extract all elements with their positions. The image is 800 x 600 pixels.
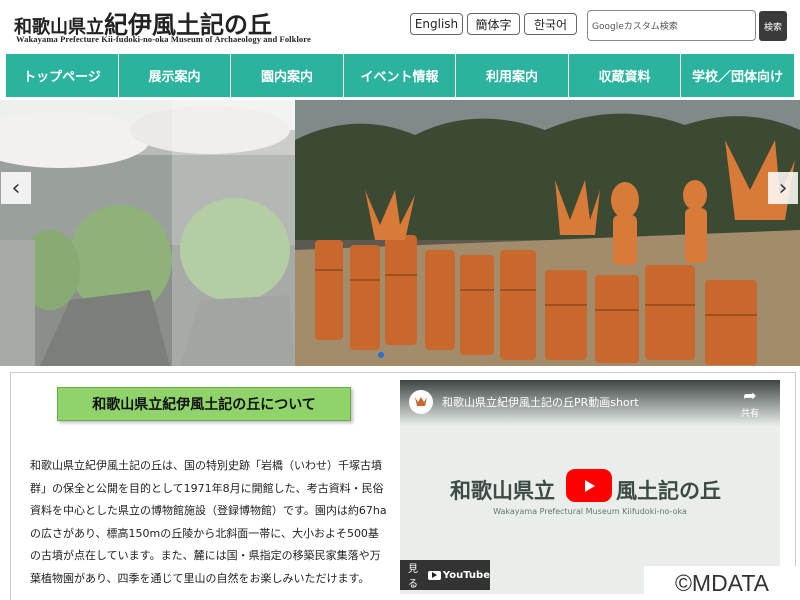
- nav-item-grounds[interactable]: 園内案内: [231, 54, 344, 97]
- lang-english-button[interactable]: English: [410, 13, 463, 35]
- share-label: 共有: [740, 409, 759, 419]
- nav-item-collection[interactable]: 収蔵資料: [569, 54, 681, 97]
- video-caption-left: 和歌山県立: [450, 479, 555, 503]
- youtube-logo: YouTube: [427, 569, 490, 581]
- channel-avatar[interactable]: [409, 390, 433, 414]
- about-line: の広さがあり、標高150mの丘陵から北斜面一帯に、大小およそ500基: [30, 526, 379, 540]
- nav-item-exhibits[interactable]: 展示案内: [119, 54, 231, 97]
- about-line: 和歌山県立紀伊風土記の丘は、国の特別史跡「岩橋（いわせ）千塚古墳: [30, 459, 382, 472]
- hero-image-haniwa: [295, 100, 800, 366]
- video-embed[interactable]: 和歌山県立紀伊風土記の丘PR動画short ➦ 共有 和歌山県立 風土記の丘 W…: [400, 380, 780, 594]
- watch-on-youtube-button[interactable]: 見る YouTube: [400, 560, 490, 590]
- video-caption-right: 風土記の丘: [616, 479, 721, 503]
- about-description: 和歌山県立紀伊風土記の丘は、国の特別史跡「岩橋（いわせ）千塚古墳 群」の保全と公…: [30, 455, 388, 590]
- share-icon: ➦: [743, 386, 757, 405]
- slider-prev-button[interactable]: ‹: [1, 172, 31, 204]
- haniwa-logo-icon: [415, 397, 427, 406]
- nav-item-schools[interactable]: 学校／団体向け: [681, 54, 794, 97]
- main-nav: トップページ 展示案内 園内案内 イベント情報 利用案内 収蔵資料 学校／団体向…: [6, 54, 794, 97]
- nav-item-events[interactable]: イベント情報: [344, 54, 456, 97]
- play-button[interactable]: [566, 469, 612, 502]
- nav-item-visit[interactable]: 利用案内: [456, 54, 569, 97]
- nav-item-top[interactable]: トップページ: [6, 54, 119, 97]
- header: 和歌山県立紀伊風土記の丘 Wakayama Prefecture Kii-fud…: [0, 0, 800, 54]
- about-line: 葉植物園があり、四季を通じて里山の自然をお楽しみいただけます。: [30, 571, 370, 585]
- hero-slider[interactable]: ‹ ›: [0, 100, 800, 366]
- about-line: 群」の保全と公開を目的として1971年8月に開館した、考古資料・民俗: [30, 481, 384, 495]
- site-logo[interactable]: 和歌山県立紀伊風土記の丘 Wakayama Prefecture Kii-fud…: [14, 5, 311, 45]
- video-title[interactable]: 和歌山県立紀伊風土記の丘PR動画short: [442, 394, 639, 410]
- youtube-wordmark: YouTube: [442, 569, 490, 581]
- about-line: 資料を中心とした県立の博物館施設（登録博物館）です。園内は約67ha: [30, 504, 387, 517]
- lang-korean-button[interactable]: 한국어: [524, 13, 577, 35]
- logo-subtitle: Wakayama Prefecture Kii-fudoki-no-oka Mu…: [16, 34, 311, 44]
- video-caption-sub: Wakayama Prefectural Museum Kiifudoki-no…: [493, 507, 687, 516]
- lang-chinese-button[interactable]: 簡体字: [467, 13, 520, 35]
- about-heading: 和歌山県立紀伊風土記の丘について: [57, 387, 351, 421]
- play-icon: [585, 479, 595, 492]
- copyright-watermark: ©MDATA: [644, 566, 800, 600]
- hero-image-garden: [0, 100, 295, 366]
- youtube-play-icon: [427, 570, 441, 580]
- slider-next-button[interactable]: ›: [768, 172, 798, 204]
- search-button[interactable]: 検索: [759, 11, 787, 41]
- about-line: の古墳が点在しています。また、麓には国・県指定の移築民家集落や万: [30, 549, 381, 562]
- slider-indicator-dot[interactable]: [378, 352, 384, 358]
- watch-label: 見る: [408, 564, 418, 590]
- search-input[interactable]: Googleカスタム検索: [587, 10, 756, 41]
- share-button[interactable]: ➦ 共有: [738, 386, 762, 420]
